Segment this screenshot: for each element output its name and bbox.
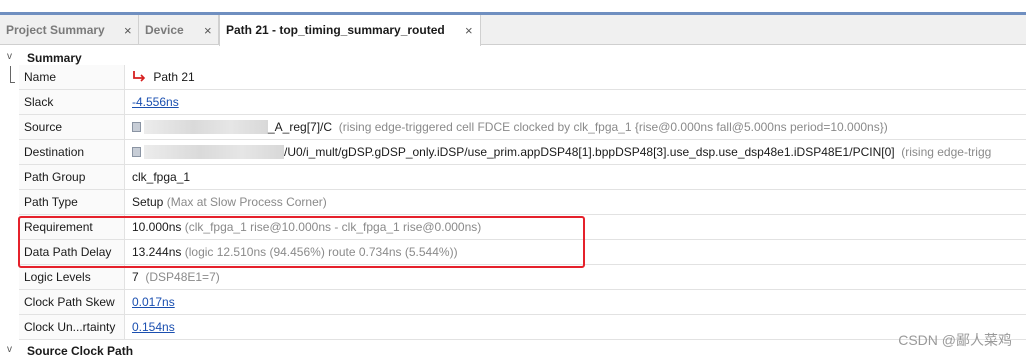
source-pin[interactable]: _A_reg[7]/C — [268, 120, 332, 134]
tab-device[interactable]: Device × — [139, 15, 219, 45]
source-clock-path-section-header[interactable]: v Source Clock Path — [0, 342, 1026, 359]
path-arrow-icon — [133, 71, 146, 82]
source-detail: (rising edge-triggered cell FDCE clocked… — [338, 120, 888, 134]
table-row: Clock Path Skew 0.017ns — [19, 290, 1026, 315]
table-row: Requirement 10.000ns (clk_fpga_1 rise@10… — [19, 215, 1026, 240]
table-row: Name Path 21 — [19, 65, 1026, 90]
table-row: Destination /U0/i_mult/gDSP.gDSP_only.iD… — [19, 140, 1026, 165]
tab-label: Device — [145, 23, 184, 37]
summary-table: Name Path 21 Slack -4.556ns Source _A_re… — [19, 65, 1026, 340]
row-label: Requirement — [19, 215, 125, 239]
row-label: Path Group — [19, 165, 125, 189]
path-type-value: Setup — [132, 195, 164, 209]
path-type-detail: (Max at Slow Process Corner) — [166, 195, 327, 209]
table-row: Slack -4.556ns — [19, 90, 1026, 115]
cell-icon — [132, 147, 141, 157]
row-label: Name — [19, 65, 125, 89]
path-group-value: clk_fpga_1 — [132, 170, 191, 184]
section-title: Summary — [27, 51, 82, 65]
data-path-delay-value: 13.244ns — [132, 245, 182, 259]
path-name: Path 21 — [153, 70, 195, 84]
row-label: Path Type — [19, 190, 125, 214]
tab-bar: Project Summary × Device × Path 21 - top… — [0, 15, 1026, 46]
close-icon[interactable]: × — [124, 23, 132, 38]
clock-uncertainty-link[interactable]: 0.154ns — [132, 320, 175, 334]
table-row: Clock Un...rtainty 0.154ns — [19, 315, 1026, 340]
tab-label: Path 21 - top_timing_summary_routed — [226, 23, 445, 37]
destination-pin[interactable]: /U0/i_mult/gDSP.gDSP_only.iDSP/use_prim.… — [284, 145, 895, 159]
row-value: Path 21 — [125, 65, 1026, 89]
table-row: Source _A_reg[7]/C (rising edge-triggere… — [19, 115, 1026, 140]
row-label: Logic Levels — [19, 265, 125, 289]
table-row: Path Type Setup (Max at Slow Process Cor… — [19, 190, 1026, 215]
redacted-text — [144, 145, 284, 159]
window-top-strip — [0, 0, 1026, 15]
slack-link[interactable]: -4.556ns — [132, 95, 179, 109]
tab-path-21[interactable]: Path 21 - top_timing_summary_routed × — [219, 15, 481, 46]
chevron-down-icon[interactable]: v — [7, 51, 12, 62]
destination-detail: (rising edge-trigg — [901, 145, 992, 159]
row-label: Source — [19, 115, 125, 139]
logic-levels-detail: (DSP48E1=7) — [145, 270, 220, 284]
tab-project-summary[interactable]: Project Summary × — [0, 15, 139, 45]
redacted-text — [144, 120, 268, 134]
row-label: Destination — [19, 140, 125, 164]
tree-connector — [10, 66, 15, 83]
chevron-down-icon[interactable]: v — [7, 344, 12, 355]
clock-path-skew-link[interactable]: 0.017ns — [132, 295, 175, 309]
table-row: Path Group clk_fpga_1 — [19, 165, 1026, 190]
watermark: CSDN @鄙人菜鸡 — [898, 332, 1012, 348]
row-label: Clock Path Skew — [19, 290, 125, 314]
close-icon[interactable]: × — [204, 23, 212, 38]
cell-icon — [132, 122, 141, 132]
row-label: Clock Un...rtainty — [19, 315, 125, 339]
row-label: Data Path Delay — [19, 240, 125, 264]
requirement-detail: (clk_fpga_1 rise@10.000ns - clk_fpga_1 r… — [184, 220, 482, 234]
row-label: Slack — [19, 90, 125, 114]
table-row: Data Path Delay 13.244ns (logic 12.510ns… — [19, 240, 1026, 265]
requirement-value: 10.000ns — [132, 220, 182, 234]
tab-label: Project Summary — [6, 23, 105, 37]
summary-section-header[interactable]: v Summary — [0, 49, 1026, 66]
close-icon[interactable]: × — [465, 23, 473, 38]
table-row: Logic Levels 7 (DSP48E1=7) — [19, 265, 1026, 290]
data-path-delay-detail: (logic 12.510ns (94.456%) route 0.734ns … — [184, 245, 458, 259]
logic-levels-value: 7 — [132, 270, 139, 284]
